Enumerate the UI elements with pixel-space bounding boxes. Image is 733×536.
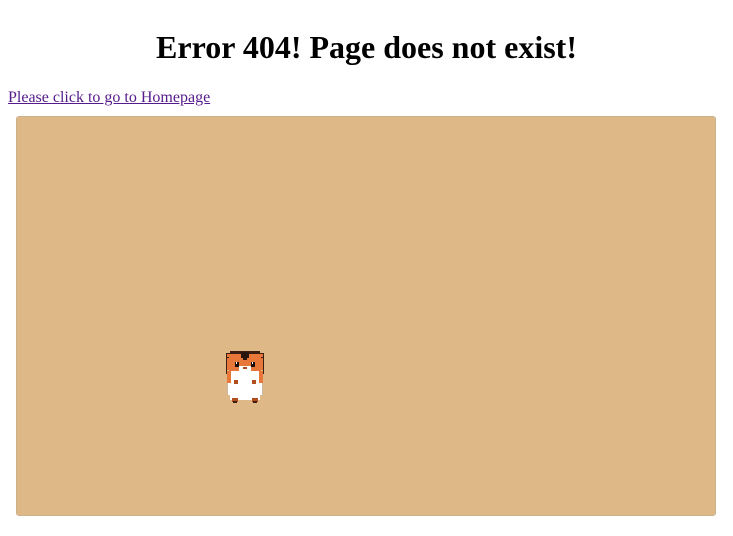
hamster-sprite-icon[interactable] [226,351,264,403]
homepage-link[interactable]: Please click to go to Homepage [8,88,210,107]
game-background [17,117,715,515]
page-title: Error 404! Page does not exist! [156,29,577,65]
game-canvas[interactable] [16,116,716,516]
error-page: Error 404! Page does not exist! Please c… [0,0,733,536]
game-scene [17,117,715,515]
